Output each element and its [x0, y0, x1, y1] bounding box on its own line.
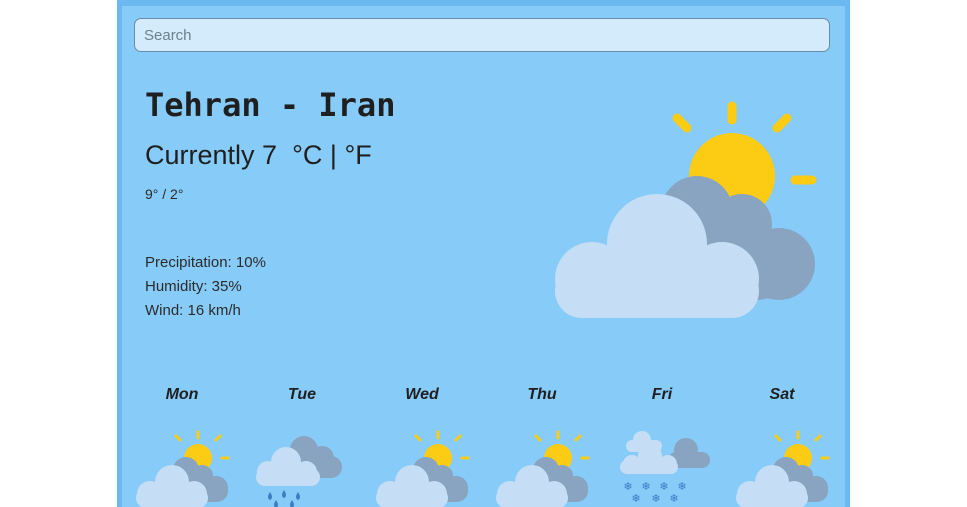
weather-card: Tehran - Iran Currently 7 °C | °F 9° / 2…	[117, 0, 850, 507]
partly-cloudy-icon	[555, 101, 817, 318]
wind: Wind: 16 km/h	[145, 302, 241, 319]
forecast-day: Sat	[722, 386, 842, 507]
rain-icon	[256, 436, 342, 507]
forecast-day: Wed	[362, 386, 482, 507]
forecast-day-name: Sat	[769, 386, 795, 403]
forecast-day-name: Wed	[405, 386, 439, 403]
svg-text:❄: ❄	[641, 480, 650, 493]
partly-cloudy-icon	[136, 430, 230, 507]
partly-cloudy-icon	[736, 430, 830, 507]
svg-text:❄: ❄	[631, 492, 640, 505]
city-title: Tehran - Iran	[145, 86, 396, 124]
forecast-day-name: Mon	[165, 386, 199, 403]
fahrenheit-toggle[interactable]: °F	[344, 140, 371, 171]
svg-text:❄: ❄	[677, 480, 686, 493]
humidity: Humidity: 35%	[145, 278, 242, 295]
forecast-day-name: Fri	[651, 386, 673, 403]
forecast-day: Tue	[242, 386, 362, 507]
forecast-day-name: Thu	[527, 386, 557, 403]
current-temperature: Currently 7 °C | °F	[145, 140, 372, 171]
partly-cloudy-icon	[496, 430, 590, 507]
search-input[interactable]	[134, 18, 830, 52]
forecast-day: Thu	[482, 386, 602, 507]
svg-text:❄: ❄	[659, 480, 668, 493]
current-temp-value: 7	[262, 140, 278, 170]
weather-details: Precipitation: 10% Humidity: 35% Wind: 1…	[145, 251, 266, 323]
forecast-day-name: Tue	[287, 386, 317, 403]
high-low-temperature: 9° / 2°	[145, 186, 184, 202]
celsius-toggle[interactable]: °C	[292, 140, 322, 171]
snow-icon: ❄ ❄ ❄ ❄❄ ❄ ❄	[620, 431, 710, 505]
forecast-day: Fri ❄ ❄ ❄ ❄ ❄ ❄ ❄	[602, 386, 722, 507]
forecast-day: Mon	[122, 386, 242, 507]
unit-separator: |	[329, 140, 337, 170]
current-label: Currently	[145, 140, 255, 170]
svg-text:❄: ❄	[651, 492, 660, 505]
partly-cloudy-icon	[376, 430, 470, 507]
forecast-row: Mon Tue Wed Thu Fri ❄ ❄ ❄ ❄ ❄ ❄ ❄ Sat	[122, 386, 845, 507]
svg-text:❄: ❄	[669, 492, 678, 505]
precipitation: Precipitation: 10%	[145, 254, 266, 271]
